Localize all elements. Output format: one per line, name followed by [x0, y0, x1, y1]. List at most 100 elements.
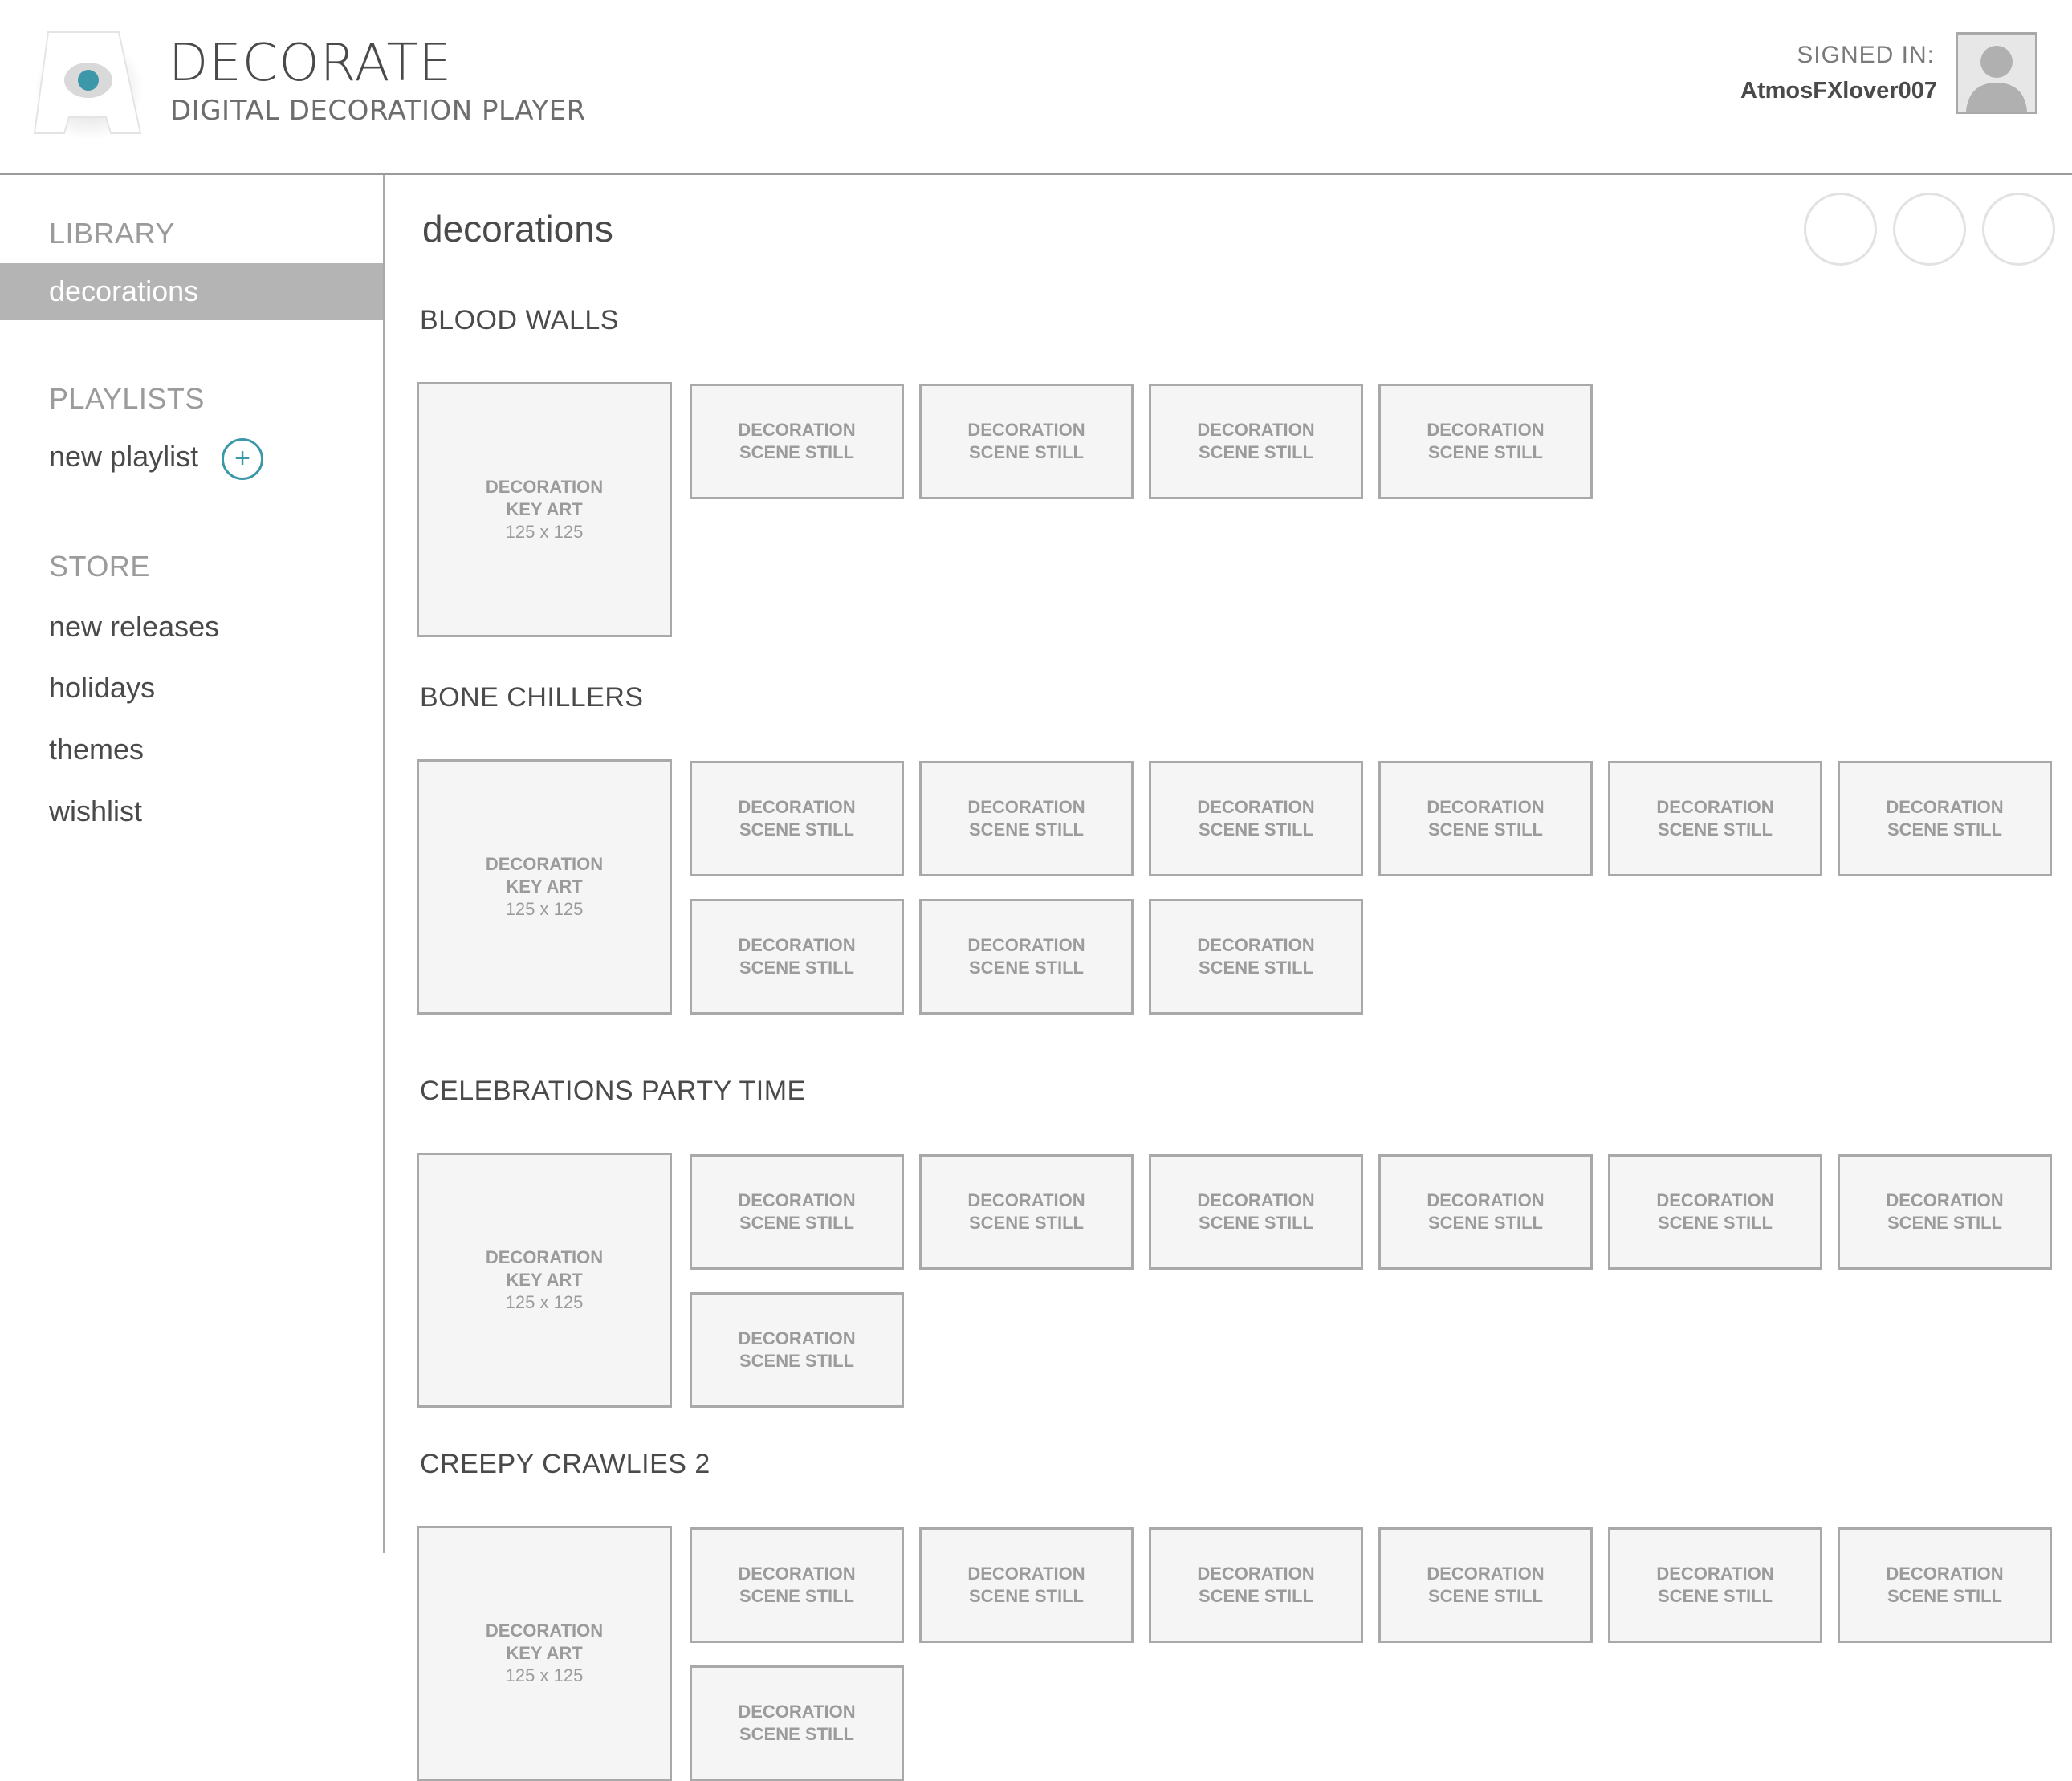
scene-still-label: DECORATION SCENE STILL: [1656, 1190, 1774, 1233]
key-art-label: DECORATION: [485, 1620, 604, 1641]
category-title[interactable]: CREEPY CRAWLIES 2: [420, 1449, 710, 1480]
scene-still-label: DECORATION SCENE STILL: [967, 935, 1085, 978]
scene-still-label: DECORATION SCENE STILL: [967, 1190, 1085, 1233]
key-art-label: KEY ART: [506, 876, 583, 897]
decoration-scene-still[interactable]: DECORATION SCENE STILL: [1149, 761, 1363, 876]
decoration-scene-still[interactable]: DECORATION SCENE STILL: [1608, 761, 1822, 876]
library-heading: LIBRARY: [49, 217, 175, 250]
decoration-scene-still[interactable]: DECORATION SCENE STILL: [919, 1154, 1134, 1270]
scene-still-label: DECORATION SCENE STILL: [738, 935, 856, 978]
scene-still-label: DECORATION SCENE STILL: [1656, 797, 1774, 840]
sidebar: LIBRARY decorations PLAYLISTS new playli…: [0, 175, 385, 1553]
scene-still-label: DECORATION SCENE STILL: [738, 420, 856, 462]
scene-still-label: DECORATION SCENE STILL: [1886, 1563, 2004, 1606]
decoration-key-art[interactable]: DECORATION KEY ART 125 x 125: [417, 759, 672, 1015]
decoration-scene-still[interactable]: DECORATION SCENE STILL: [1608, 1527, 1822, 1643]
decoration-scene-still[interactable]: DECORATION SCENE STILL: [1608, 1154, 1822, 1270]
key-art-label: DECORATION: [485, 1247, 604, 1267]
scene-still-label: DECORATION SCENE STILL: [738, 797, 856, 840]
decoration-scene-still[interactable]: DECORATION SCENE STILL: [1149, 1527, 1363, 1643]
app-title: DECORATE: [169, 34, 452, 93]
scene-still-label: DECORATION SCENE STILL: [1197, 797, 1315, 840]
decoration-scene-still[interactable]: DECORATION SCENE STILL: [690, 1154, 904, 1270]
sidebar-item-themes[interactable]: themes: [49, 733, 144, 766]
decoration-scene-still[interactable]: DECORATION SCENE STILL: [690, 1292, 904, 1408]
main-content: decorations BLOOD WALLS DECORATION KEY ART…: [388, 175, 2072, 1781]
sidebar-item-holidays[interactable]: holidays: [49, 671, 155, 705]
scene-still-label: DECORATION SCENE STILL: [1427, 1190, 1545, 1233]
scene-still-label: DECORATION SCENE STILL: [967, 1563, 1085, 1606]
decoration-scene-still[interactable]: DECORATION SCENE STILL: [690, 761, 904, 876]
decoration-key-art[interactable]: DECORATION KEY ART 125 x 125: [417, 1153, 672, 1408]
scene-still-label: DECORATION SCENE STILL: [1197, 420, 1315, 462]
app-subtitle: DIGITAL DECORATION PLAYER: [170, 95, 586, 127]
decoration-key-art[interactable]: DECORATION KEY ART 125 x 125: [417, 382, 672, 637]
key-art-label: 125 x 125: [505, 1665, 584, 1685]
avatar[interactable]: [1956, 32, 2037, 114]
decoration-scene-still[interactable]: DECORATION SCENE STILL: [1378, 1154, 1593, 1270]
scene-still-label: DECORATION SCENE STILL: [1886, 797, 2004, 840]
decoration-scene-still[interactable]: DECORATION SCENE STILL: [690, 384, 904, 499]
decoration-scene-still[interactable]: DECORATION SCENE STILL: [1378, 384, 1593, 499]
username[interactable]: AtmosFXlover007: [1740, 78, 1937, 104]
decoration-scene-still[interactable]: DECORATION SCENE STILL: [1838, 761, 2052, 876]
sidebar-item-wishlist[interactable]: wishlist: [49, 795, 142, 828]
sidebar-item-label: decorations: [49, 274, 199, 307]
new-playlist-link[interactable]: new playlist: [49, 440, 198, 474]
scene-still-label: DECORATION SCENE STILL: [738, 1702, 856, 1744]
scene-still-label: DECORATION SCENE STILL: [1427, 420, 1545, 462]
decoration-scene-still[interactable]: DECORATION SCENE STILL: [919, 899, 1134, 1015]
decoration-scene-still[interactable]: DECORATION SCENE STILL: [1378, 1527, 1593, 1643]
key-art-label: 125 x 125: [505, 1292, 584, 1312]
scene-still-label: DECORATION SCENE STILL: [1886, 1190, 2004, 1233]
category-title[interactable]: BLOOD WALLS: [420, 305, 619, 336]
decoration-key-art[interactable]: DECORATION KEY ART 125 x 125: [417, 1526, 672, 1781]
scene-still-label: DECORATION SCENE STILL: [1197, 1563, 1315, 1606]
key-art-label: DECORATION: [485, 477, 604, 497]
decoration-scene-still[interactable]: DECORATION SCENE STILL: [919, 761, 1134, 876]
decoration-scene-still[interactable]: DECORATION SCENE STILL: [919, 384, 1134, 499]
sidebar-item-decorations[interactable]: decorations: [0, 263, 383, 320]
key-art-label: 125 x 125: [505, 522, 584, 542]
scene-still-label: DECORATION SCENE STILL: [738, 1328, 856, 1371]
action-circle-button-3[interactable]: [1982, 193, 2055, 266]
category-title[interactable]: BONE CHILLERS: [420, 682, 644, 714]
decoration-scene-still[interactable]: DECORATION SCENE STILL: [1149, 384, 1363, 499]
decoration-scene-still[interactable]: DECORATION SCENE STILL: [690, 1527, 904, 1643]
user-silhouette-icon: [1958, 35, 2035, 112]
scene-still-label: DECORATION SCENE STILL: [967, 797, 1085, 840]
add-playlist-button[interactable]: +: [222, 438, 263, 480]
scene-still-label: DECORATION SCENE STILL: [1197, 935, 1315, 978]
scene-still-label: DECORATION SCENE STILL: [1427, 797, 1545, 840]
app-header: DECORATE DIGITAL DECORATION PLAYER SIGNE…: [0, 0, 2072, 175]
decoration-scene-still[interactable]: DECORATION SCENE STILL: [690, 899, 904, 1015]
page-title: decorations: [422, 208, 613, 250]
store-heading: STORE: [49, 550, 150, 583]
action-circle-button-2[interactable]: [1893, 193, 1966, 266]
key-art-label: KEY ART: [506, 499, 583, 519]
signed-in-label: SIGNED IN:: [1797, 42, 1935, 68]
app-logo[interactable]: [32, 30, 145, 141]
decoration-scene-still[interactable]: DECORATION SCENE STILL: [1838, 1154, 2052, 1270]
decoration-scene-still[interactable]: DECORATION SCENE STILL: [1149, 899, 1363, 1015]
scene-still-label: DECORATION SCENE STILL: [967, 420, 1085, 462]
decoration-scene-still[interactable]: DECORATION SCENE STILL: [690, 1665, 904, 1781]
scene-still-label: DECORATION SCENE STILL: [738, 1563, 856, 1606]
key-art-label: 125 x 125: [505, 899, 584, 919]
scene-still-label: DECORATION SCENE STILL: [738, 1190, 856, 1233]
decoration-scene-still[interactable]: DECORATION SCENE STILL: [919, 1527, 1134, 1643]
decoration-scene-still[interactable]: DECORATION SCENE STILL: [1838, 1527, 2052, 1643]
action-circle-button-1[interactable]: [1804, 193, 1877, 266]
sidebar-item-new-releases[interactable]: new releases: [49, 610, 219, 644]
eye-logo-icon: [33, 31, 142, 134]
key-art-label: DECORATION: [485, 854, 604, 874]
scene-still-label: DECORATION SCENE STILL: [1197, 1190, 1315, 1233]
category-title[interactable]: CELEBRATIONS PARTY TIME: [420, 1076, 806, 1107]
decoration-scene-still[interactable]: DECORATION SCENE STILL: [1149, 1154, 1363, 1270]
key-art-label: KEY ART: [506, 1643, 583, 1663]
scene-still-label: DECORATION SCENE STILL: [1427, 1563, 1545, 1606]
scene-still-label: DECORATION SCENE STILL: [1656, 1563, 1774, 1606]
playlists-heading: PLAYLISTS: [49, 382, 205, 415]
key-art-label: KEY ART: [506, 1270, 583, 1290]
decoration-scene-still[interactable]: DECORATION SCENE STILL: [1378, 761, 1593, 876]
